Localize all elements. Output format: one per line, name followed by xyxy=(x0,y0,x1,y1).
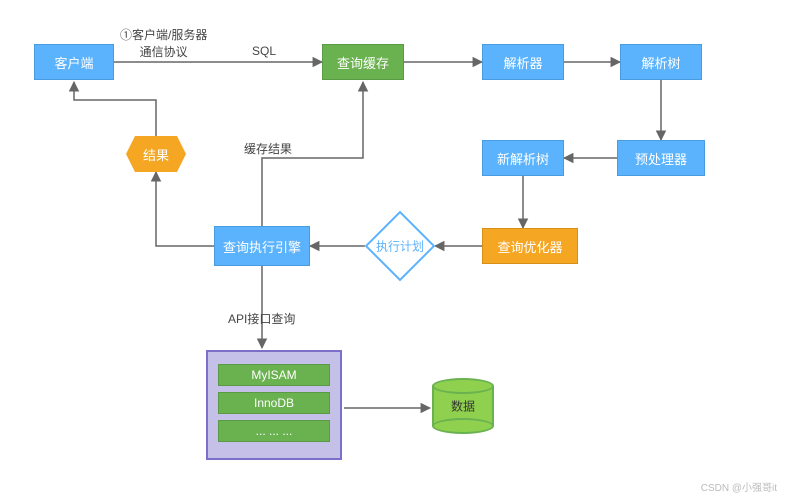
node-query-cache-label: 查询缓存 xyxy=(337,53,389,72)
node-parser-label: 解析器 xyxy=(503,53,542,72)
node-preprocessor-label: 预处理器 xyxy=(635,149,687,168)
node-client: 客户端 xyxy=(34,44,114,80)
watermark: CSDN @小强哥it xyxy=(701,479,777,494)
node-data: 数据 xyxy=(432,378,494,434)
edge-label-api-query: API接口查询 xyxy=(228,310,295,327)
node-exec-plan-label: 执行计划 xyxy=(376,238,424,255)
storage-engine-item: ... ... ... xyxy=(218,420,330,442)
node-query-cache: 查询缓存 xyxy=(322,44,404,80)
node-data-label: 数据 xyxy=(451,398,475,415)
node-exec-engine: 查询执行引擎 xyxy=(214,226,310,266)
node-client-label: 客户端 xyxy=(54,53,93,72)
node-parser: 解析器 xyxy=(482,44,564,80)
storage-engine-item: MyISAM xyxy=(218,364,330,386)
node-parse-tree: 解析树 xyxy=(620,44,702,80)
storage-engine-item: InnoDB xyxy=(218,392,330,414)
node-preprocessor: 预处理器 xyxy=(617,140,705,176)
edge-label-cache-result: 缓存结果 xyxy=(244,140,292,157)
node-exec-plan: 执行计划 xyxy=(365,226,435,266)
node-exec-engine-label: 查询执行引擎 xyxy=(223,237,301,256)
node-storage-engines: MyISAM InnoDB ... ... ... xyxy=(206,350,342,460)
node-new-parse-tree: 新解析树 xyxy=(482,140,564,176)
node-result: 结果 xyxy=(126,136,186,172)
node-result-label: 结果 xyxy=(143,145,169,164)
node-new-parse-tree-label: 新解析树 xyxy=(497,149,549,168)
edge-label-sql: SQL xyxy=(252,44,276,58)
edge-label-protocol: ①客户端/服务器 通信协议 xyxy=(120,26,207,60)
node-parse-tree-label: 解析树 xyxy=(641,53,680,72)
node-optimizer: 查询优化器 xyxy=(482,228,578,264)
node-optimizer-label: 查询优化器 xyxy=(497,237,562,256)
